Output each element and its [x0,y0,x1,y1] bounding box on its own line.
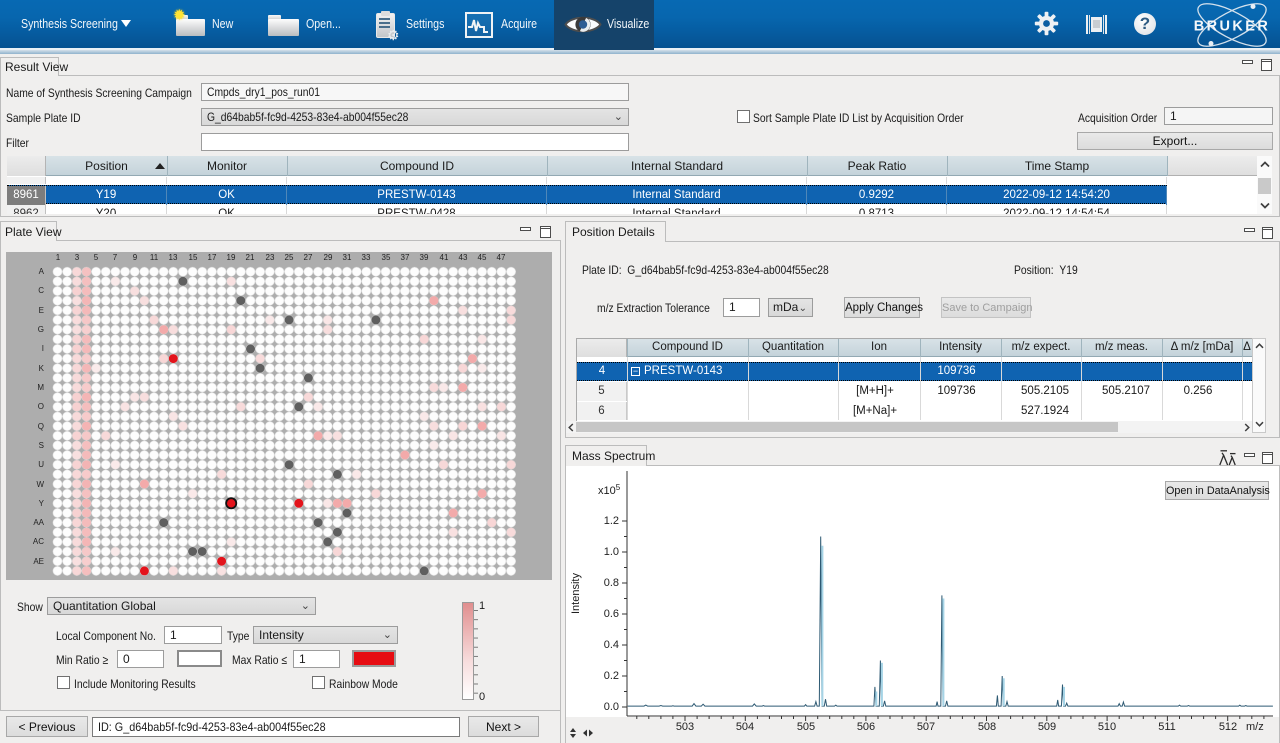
svg-text:BRUKER: BRUKER [1194,19,1270,35]
